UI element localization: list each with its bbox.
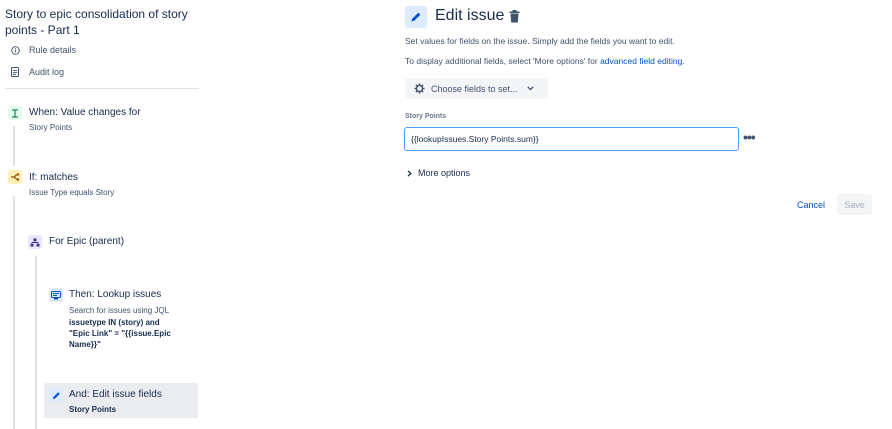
more-actions-icon[interactable]: ••• <box>743 129 756 145</box>
chevron-down-icon <box>526 86 534 91</box>
lookup-jql-text: Name}}" <box>69 340 101 349</box>
rule-title: Story to epic consolidation of story poi… <box>5 7 188 37</box>
audit-log-label: Audit log <box>29 67 65 77</box>
rule-details-link[interactable]: Rule details <box>10 45 76 55</box>
save-button[interactable]: Save <box>837 194 872 215</box>
edit-step-subtitle-wrap: Story Points <box>69 404 116 415</box>
panel-description-more: To display additional fields, select 'Mo… <box>405 56 685 66</box>
audit-log-link[interactable]: Audit log <box>10 67 64 77</box>
rule-details-label: Rule details <box>29 45 77 55</box>
connector-line <box>13 126 15 166</box>
field-value-icon <box>8 106 22 120</box>
lookup-step-title[interactable]: Then: Lookup issues <box>69 289 161 300</box>
description-prefix: To display additional fields, select 'Mo… <box>405 56 601 66</box>
lookup-jql-line: Name}}" <box>69 339 101 350</box>
lookup-step-subtitle: Search for issues using JQL <box>69 306 170 315</box>
branch-icon <box>8 170 22 184</box>
lookup-jql-line: issuetype IN (story) and <box>69 317 160 328</box>
advanced-field-editing-link[interactable]: advanced field editing <box>600 56 682 66</box>
condition-step-subtitle: Issue Type equals Story <box>29 188 115 197</box>
choose-fields-label: Choose fields to set... <box>431 83 518 94</box>
hierarchy-icon <box>28 235 42 249</box>
edit-step-subtitle: Story Points <box>69 405 117 414</box>
connector-line <box>13 196 15 429</box>
more-options-label: More options <box>418 168 471 178</box>
trash-icon[interactable] <box>509 10 520 28</box>
trigger-step-title[interactable]: When: Value changes for <box>29 107 141 118</box>
condition-step-title[interactable]: If: matches <box>29 172 78 183</box>
chevron-right-icon <box>407 169 412 177</box>
edit-step-title[interactable]: And: Edit issue fields <box>69 389 162 400</box>
more-options-toggle[interactable]: More options <box>407 168 470 178</box>
lookup-jql-text: "Epic Link" = "{{issue.Epic <box>69 329 171 338</box>
story-points-label: Story Points <box>405 113 447 120</box>
branch-step-title[interactable]: For Epic (parent) <box>49 236 124 247</box>
trigger-step-subtitle: Story Points <box>29 123 73 132</box>
sidebar-divider <box>5 88 199 89</box>
panel-description: Set values for fields on the issue. Simp… <box>405 36 675 46</box>
connector-line <box>35 256 37 429</box>
choose-fields-button[interactable]: Choose fields to set... <box>405 78 548 99</box>
cancel-button[interactable]: Cancel <box>789 194 833 215</box>
info-icon <box>10 45 20 55</box>
description-suffix: . <box>682 56 685 66</box>
search-issues-icon <box>49 288 63 302</box>
pencil-icon <box>49 388 63 402</box>
gear-icon <box>414 83 425 94</box>
lookup-jql-line: "Epic Link" = "{{issue.Epic <box>69 328 171 339</box>
document-icon <box>10 67 20 77</box>
panel-title: Edit issue <box>435 7 505 24</box>
edit-pencil-icon <box>405 6 427 28</box>
lookup-jql-text: issuetype IN (story) and <box>69 318 160 327</box>
story-points-input[interactable] <box>404 127 739 151</box>
